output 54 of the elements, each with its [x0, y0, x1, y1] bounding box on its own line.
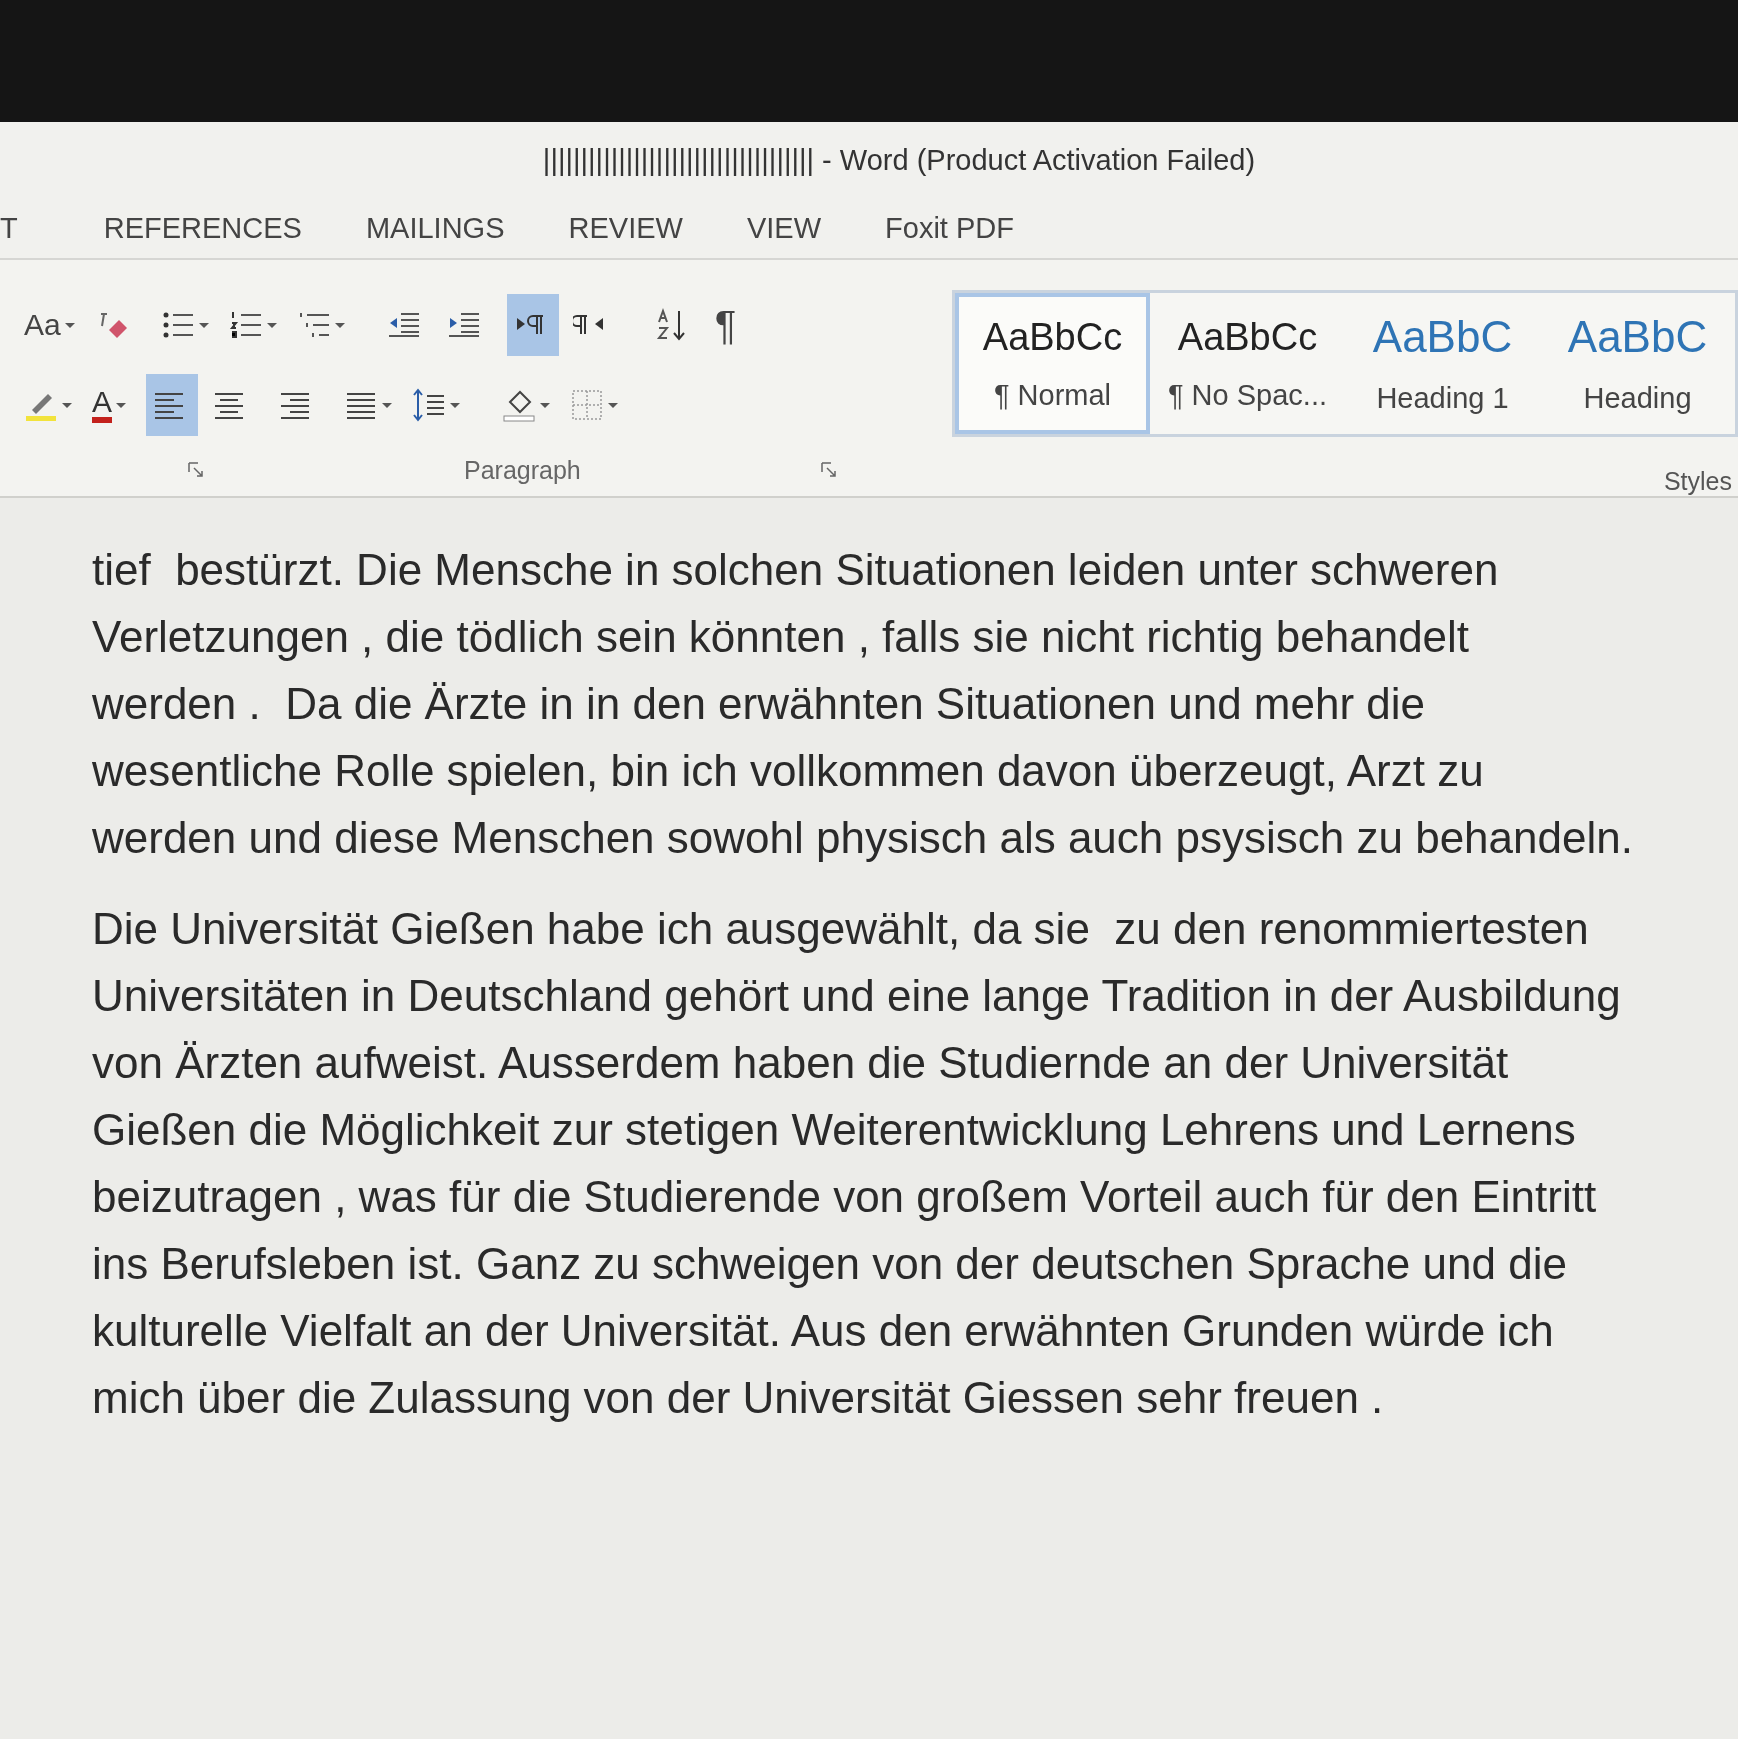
text-line: tief bestürzt. Die Mensche in solchen Situationen leiden unter schweren — [92, 544, 1500, 596]
caret-icon — [64, 322, 75, 328]
ribbon-tab[interactable]: Foxit PDF — [885, 211, 1014, 245]
group-label: Paragraph — [464, 455, 581, 485]
caret-icon — [266, 322, 277, 328]
text-line: wesentliche Rolle spielen, bin ich vollkommen davon überzeugt, Arzt zu — [92, 745, 1485, 797]
caret-icon — [450, 402, 460, 408]
caret-icon — [198, 322, 209, 328]
text-line: Gießen die Möglichkeit zur stetigen Weiterentwicklung Lehrens und Lernens — [92, 1104, 1577, 1156]
text-line: kulturelle Vielfalt an der Universität. Aus den erwähnten Grunden würde ich — [92, 1305, 1555, 1357]
group-label: Styles — [1663, 467, 1732, 496]
style-preview: AaBbCc — [1177, 315, 1318, 359]
ribbon-tab[interactable]: VIEW — [746, 211, 822, 245]
text-line: mich über die Zulassung von der Universität Giessen sehr freuen . — [92, 1372, 1385, 1424]
ribbon-tab[interactable]: MAILINGS — [365, 211, 505, 245]
caret-icon — [62, 402, 72, 408]
paint-bucket-icon — [502, 388, 536, 422]
ribbon-tab[interactable]: T — [0, 211, 18, 245]
text-line: Die Universität Gießen habe ich ausgewählt, da sie zu den renommiertesten — [92, 903, 1590, 955]
text-line: Verletzungen , die tödlich sein könnten , falls sie nicht richtig behandelt — [92, 611, 1471, 663]
style-name: Heading 1 — [1376, 382, 1509, 415]
style-name: Heading — [1583, 382, 1692, 415]
ribbon-tab[interactable]: REFERENCES — [103, 211, 302, 245]
caret-icon — [608, 402, 618, 408]
style-preview: AaBbC — [1567, 312, 1708, 362]
text-line: von Ärzten aufweist. Ausserdem haben die Studiernde an der Universität — [92, 1037, 1510, 1089]
window-title: |||||||||||||||||||||||||||||||||||| - Word (Product Activation Failed) — [541, 143, 1256, 177]
style-preview: AaBbC — [1372, 312, 1513, 362]
text-line: Universitäten in Deutschland gehört und eine lange Tradition in der Ausbildung — [92, 970, 1622, 1022]
toolbar-button[interactable] — [146, 374, 198, 436]
text-line: beizutragen , was für die Studierende von großem Vorteil auch für den Eintritt — [92, 1171, 1598, 1223]
caret-icon — [382, 402, 392, 408]
style-option[interactable]: AaBbC Heading — [1540, 293, 1735, 434]
line-spacing-icon — [412, 388, 446, 422]
style-name: ¶ Normal — [993, 378, 1112, 412]
toolbar-button[interactable]: ¶ — [708, 294, 761, 356]
text-line: werden und diese Menschen sowohl physisch als auch psysisch zu behandeln. — [92, 812, 1634, 864]
caret-icon — [334, 322, 345, 328]
style-option[interactable]: AaBbC Heading 1 — [1345, 293, 1540, 434]
toolbar-button[interactable]: Aa — [18, 294, 81, 356]
caret-icon — [116, 402, 126, 408]
text-line: werden . Da die Ärzte in in den erwähnten Situationen und mehr die — [92, 678, 1427, 730]
caret-icon — [540, 402, 550, 408]
style-option[interactable]: AaBbCc ¶ No Spac... — [1150, 293, 1345, 434]
dialog-launcher-icon[interactable] — [188, 462, 204, 478]
toolbar-button[interactable]: A — [86, 374, 138, 436]
style-preview: AaBbCc — [982, 315, 1123, 359]
toolbar-button[interactable] — [506, 294, 559, 356]
border-grid-icon — [570, 388, 604, 422]
text-line: ins Berufsleben ist. Ganz zu schweigen von der deutschen Sprache und die — [92, 1238, 1568, 1290]
style-option[interactable]: AaBbCc ¶ Normal — [955, 293, 1150, 434]
style-name: ¶ No Spac... — [1167, 378, 1327, 412]
ribbon-tab[interactable]: REVIEW — [568, 211, 683, 245]
dialog-launcher-icon[interactable] — [820, 462, 837, 478]
